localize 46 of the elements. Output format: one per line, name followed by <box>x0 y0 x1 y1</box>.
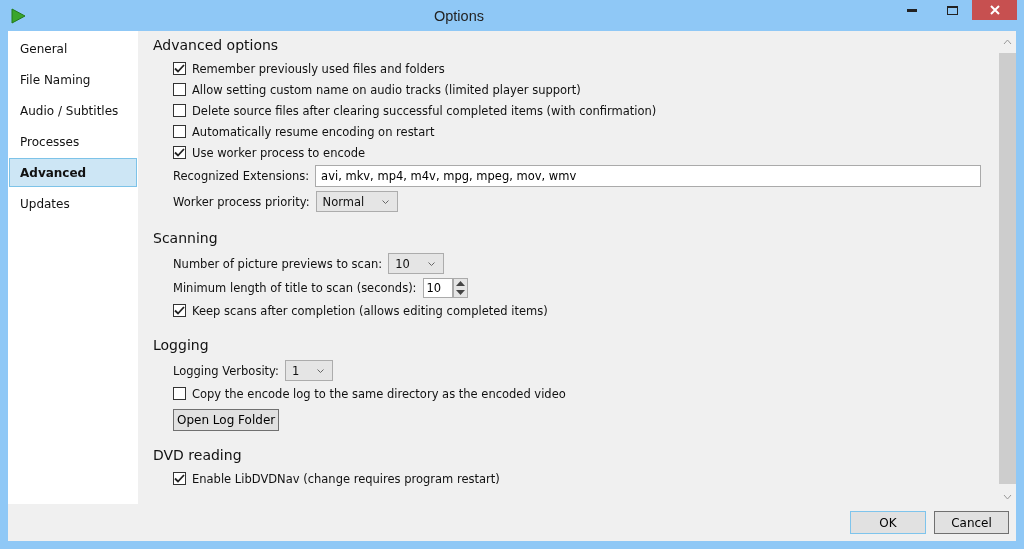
caret-icon <box>427 261 435 266</box>
sidebar-item[interactable]: File Naming <box>9 65 137 94</box>
number-field[interactable]: 10 <box>422 278 453 298</box>
dropdown[interactable]: 1 <box>284 360 334 381</box>
check-icon <box>174 306 185 315</box>
section-heading: Advanced options <box>153 37 280 53</box>
dropdown[interactable]: Normal <box>315 191 399 212</box>
dropdown[interactable]: 10 <box>388 253 444 274</box>
field-label: Number of picture previews to scan: <box>173 256 383 271</box>
field-label: Minimum length of title to scan (seconds): <box>173 281 417 295</box>
sidebar-item[interactable]: Processes <box>9 127 137 156</box>
field-label: Worker process priority: <box>173 194 310 209</box>
dialog-button[interactable]: Cancel <box>934 511 1009 534</box>
section-heading: DVD reading <box>153 447 243 463</box>
section-heading: Logging <box>153 337 210 353</box>
caret-icon <box>317 368 325 373</box>
checkbox[interactable]: Allow setting custom name on audio tracks (limited player support) <box>173 82 581 97</box>
window-title: Options <box>433 7 485 24</box>
checkbox[interactable]: Copy the encode log to the same directory as the encoded video <box>173 386 566 401</box>
dialog-button[interactable]: OK <box>850 511 926 534</box>
checkbox[interactable]: Automatically resume encoding on restart <box>173 124 435 139</box>
field-label: Logging Verbosity: <box>173 363 279 378</box>
section-heading: Scanning <box>153 230 219 246</box>
sidebar-item[interactable]: Updates <box>9 189 137 218</box>
field-label: Recognized Extensions: <box>173 169 310 183</box>
checkbox[interactable]: Use worker process to encode <box>173 145 366 160</box>
check-icon <box>174 148 185 157</box>
maximize-icon <box>946 5 958 15</box>
check-icon <box>174 64 185 73</box>
checkbox[interactable]: Delete source files after clearing successful completed items (with confirmation) <box>173 103 657 118</box>
minimize-icon <box>907 8 917 12</box>
play-icon <box>10 7 26 24</box>
close-button[interactable] <box>972 0 1017 20</box>
sidebar-item[interactable]: Audio / Subtitles <box>9 96 137 125</box>
checkbox[interactable]: Enable LibDVDNav (change requires program restart) <box>173 471 500 486</box>
close-icon <box>989 5 1000 15</box>
sidebar-item[interactable]: General <box>9 34 137 63</box>
sidebar-item[interactable]: Advanced <box>9 158 137 187</box>
scroll-up-icon <box>1003 39 1012 45</box>
caret-icon <box>382 199 390 204</box>
checkbox[interactable]: Remember previously used files and folders <box>173 61 445 76</box>
check-icon <box>174 474 185 483</box>
open-log-folder-button[interactable]: Open Log Folder <box>173 409 280 431</box>
checkbox[interactable]: Keep scans after completion (allows editing completed items) <box>173 303 548 318</box>
text-field[interactable]: avi, mkv, mp4, m4v, mpg, mpeg, mov, wmv <box>315 165 981 187</box>
scroll-down-icon <box>1003 494 1012 500</box>
